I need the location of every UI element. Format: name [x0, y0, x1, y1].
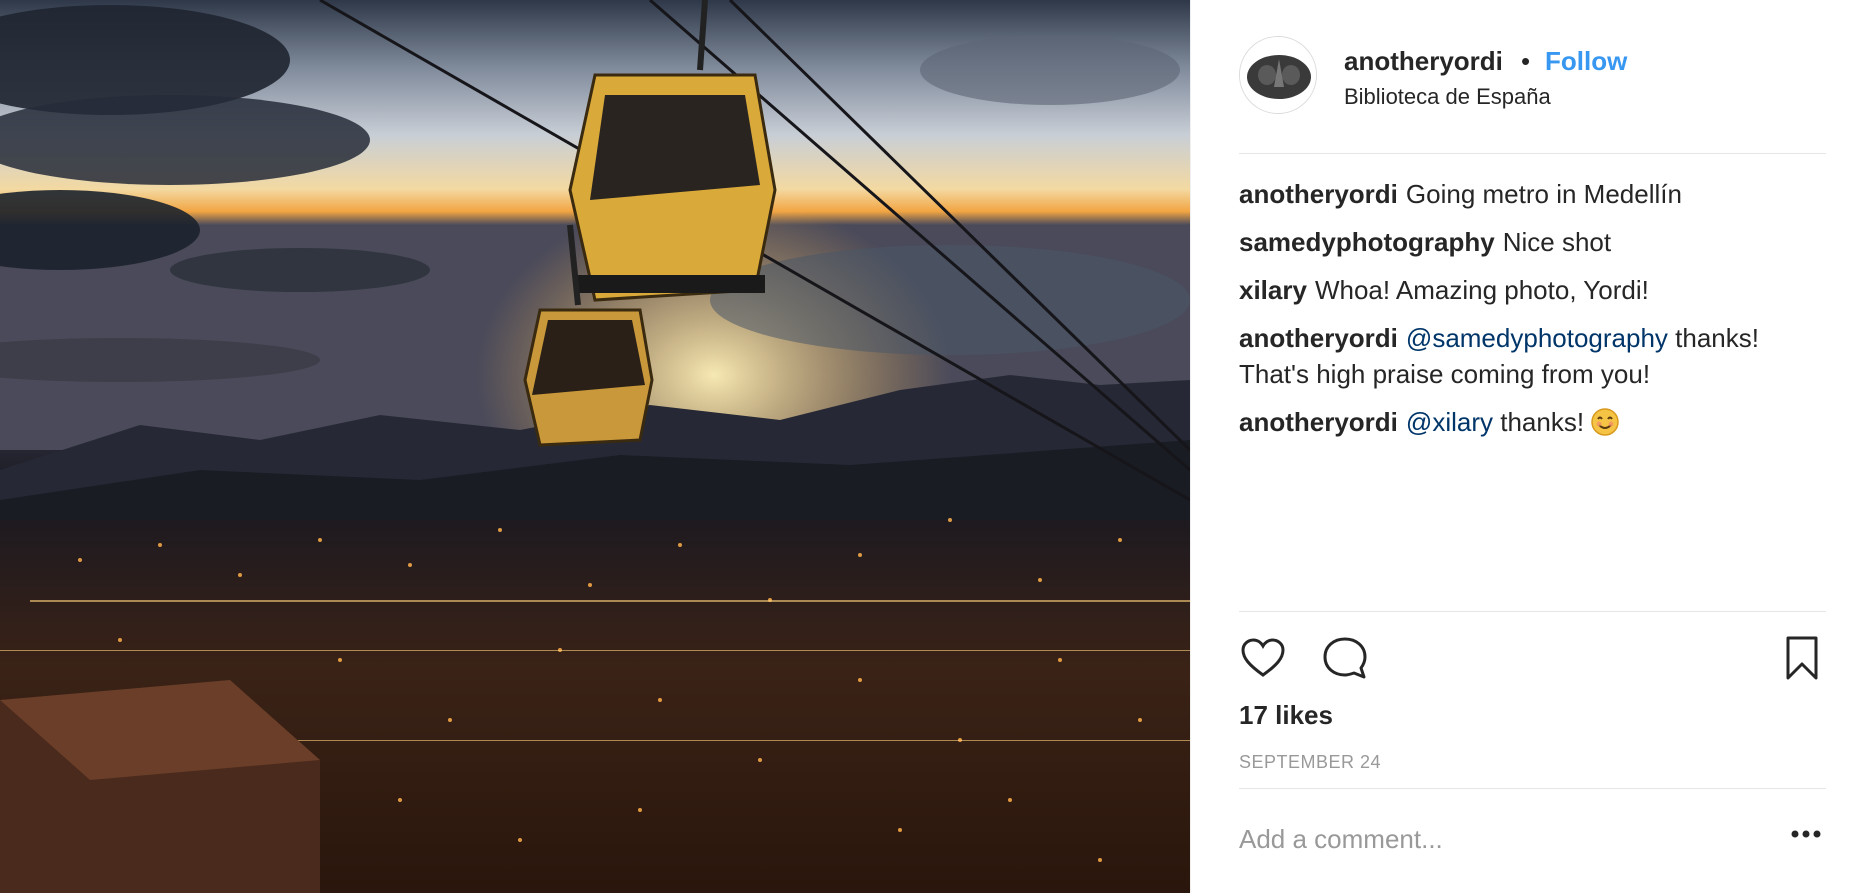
post-date: SEPTEMBER 24 [1239, 752, 1382, 772]
comment-text: Nice shot [1502, 227, 1612, 257]
comment-author[interactable]: samedyphotography [1239, 227, 1495, 257]
post-header: anotheryordi • Follow Biblioteca de Espa… [1239, 36, 1826, 154]
more-options-icon[interactable] [1790, 827, 1822, 841]
comment-input[interactable] [1239, 819, 1739, 859]
username-link[interactable]: anotheryordi [1344, 46, 1503, 77]
comment-bubble-icon[interactable] [1321, 634, 1369, 682]
comment-box [1239, 788, 1826, 893]
post-sidebar: anotheryordi • Follow Biblioteca de Espa… [1190, 0, 1856, 893]
comment-mention[interactable]: @xilary [1406, 407, 1493, 437]
comment-list: anotheryordi Going metro in Medellín same… [1239, 176, 1819, 458]
comment-item: anotheryordi @samedyphotography thanks! T… [1239, 320, 1819, 392]
location-link[interactable]: Biblioteca de España [1344, 84, 1551, 110]
comment-text: Whoa! Amazing photo, Yordi! [1314, 275, 1649, 305]
comment-author[interactable]: anotheryordi [1239, 323, 1398, 353]
post-photo[interactable] [0, 0, 1190, 893]
likes-count[interactable]: 17 likes [1239, 700, 1333, 731]
smiling-face-emoji-icon [1590, 407, 1620, 446]
heart-icon[interactable] [1239, 634, 1287, 682]
comment-item: anotheryordi @xilary thanks! [1239, 404, 1819, 446]
comment-author[interactable]: anotheryordi [1239, 407, 1398, 437]
avatar[interactable] [1239, 36, 1317, 114]
bookmark-icon[interactable] [1778, 634, 1826, 682]
follow-button[interactable]: Follow [1545, 46, 1627, 77]
comment-text: thanks! [1493, 407, 1585, 437]
comment-text: Going metro in Medellín [1405, 179, 1682, 209]
comment-item: xilary Whoa! Amazing photo, Yordi! [1239, 272, 1819, 308]
post-actions: 17 likes SEPTEMBER 24 [1239, 611, 1826, 788]
comment-mention[interactable]: @samedyphotography [1406, 323, 1668, 353]
separator-dot: • [1521, 46, 1531, 76]
comment-item: samedyphotography Nice shot [1239, 224, 1819, 260]
comment-author[interactable]: xilary [1239, 275, 1307, 305]
comment-item: anotheryordi Going metro in Medellín [1239, 176, 1819, 212]
comment-author[interactable]: anotheryordi [1239, 179, 1398, 209]
post: anotheryordi • Follow Biblioteca de Espa… [0, 0, 1856, 893]
photo-image [0, 0, 1190, 893]
avatar-image [1240, 37, 1316, 113]
